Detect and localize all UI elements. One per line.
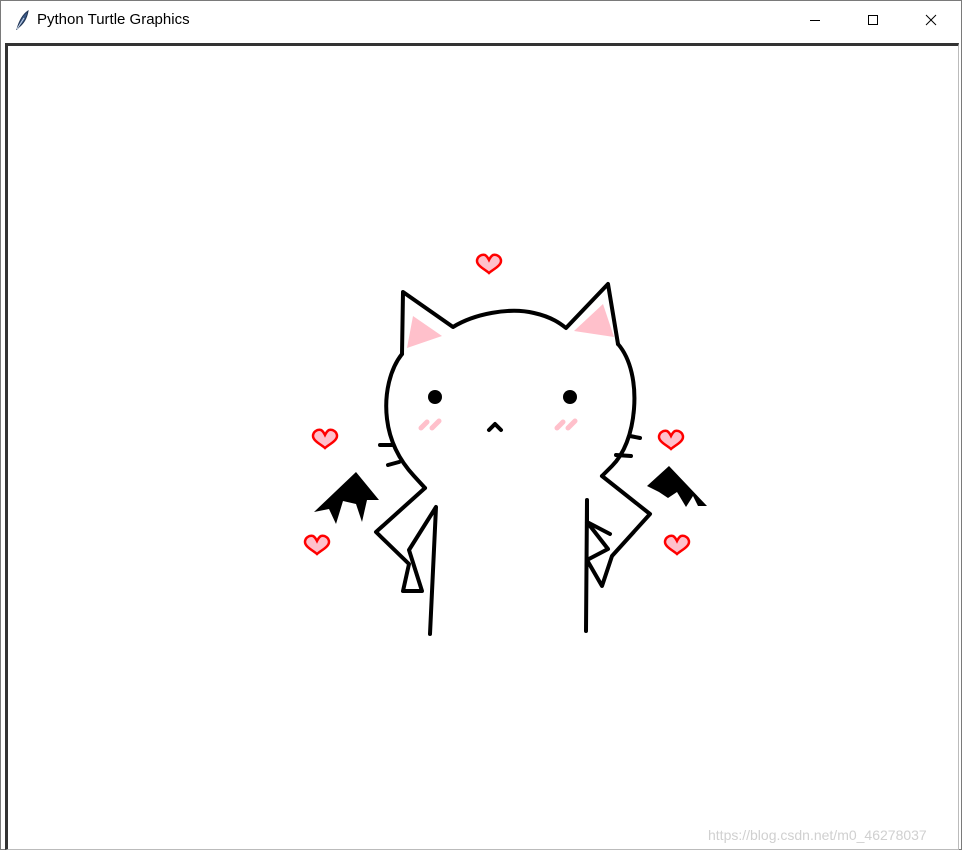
heart-icon xyxy=(311,428,339,450)
heart-icon xyxy=(303,534,331,556)
title-bar[interactable]: Python Turtle Graphics xyxy=(1,1,961,39)
left-wing xyxy=(314,472,379,524)
maximize-button[interactable] xyxy=(844,1,902,39)
watermark-text: https://blog.csdn.net/m0_46278037 xyxy=(708,827,927,843)
close-button[interactable] xyxy=(902,1,960,39)
turtle-window: Python Turtle Graphics https://blog.csdn… xyxy=(0,0,962,850)
maximize-icon xyxy=(868,15,878,25)
feather-icon xyxy=(13,9,31,31)
close-icon xyxy=(925,14,937,26)
right-wing xyxy=(647,466,707,507)
cat-face xyxy=(428,390,577,432)
right-eye xyxy=(563,390,577,404)
minimize-icon xyxy=(810,20,820,21)
window-title: Python Turtle Graphics xyxy=(37,11,190,28)
heart-icon xyxy=(663,534,691,556)
turtle-canvas[interactable]: https://blog.csdn.net/m0_46278037 xyxy=(5,43,959,850)
heart-icon xyxy=(475,253,503,275)
heart-icon xyxy=(657,429,685,451)
mouth xyxy=(487,422,503,432)
minimize-button[interactable] xyxy=(786,1,844,39)
cat-drawing xyxy=(303,253,707,636)
left-eye xyxy=(428,390,442,404)
